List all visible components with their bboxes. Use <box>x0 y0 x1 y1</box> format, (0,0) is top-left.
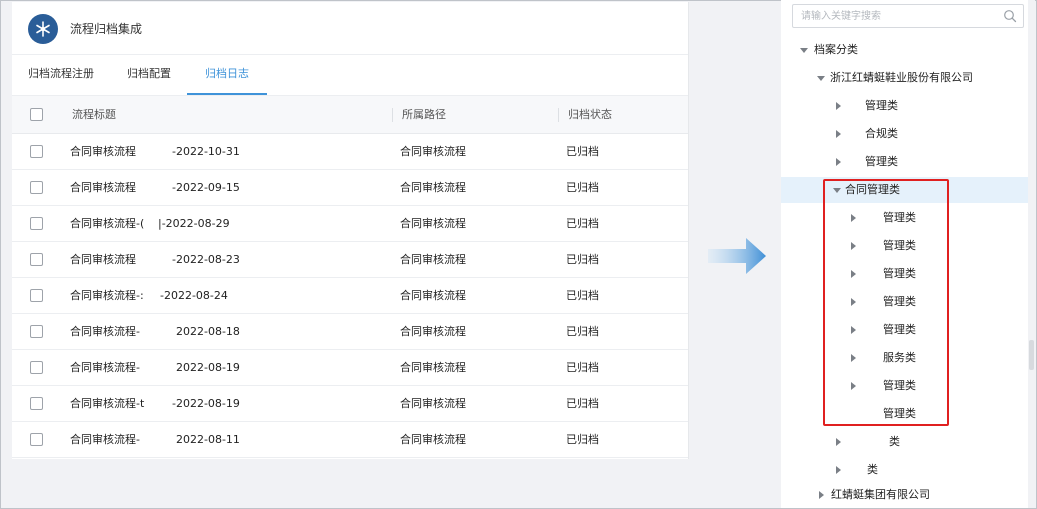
row-status: 已归档 <box>566 397 599 410</box>
app-header: 流程归档集成 <box>12 2 688 55</box>
scrollbar-handle[interactable] <box>1029 340 1034 370</box>
tree-node-label: 类 <box>867 463 878 476</box>
row-path: 合同审核流程 <box>400 397 466 410</box>
column-divider <box>392 108 393 122</box>
row-checkbox[interactable] <box>30 325 43 338</box>
row-date: 2022-08-19 <box>176 361 240 374</box>
row-date: 2022-08-18 <box>176 325 240 338</box>
row-checkbox[interactable] <box>30 433 43 446</box>
caret-right-icon[interactable] <box>836 466 841 474</box>
row-path: 合同审核流程 <box>400 289 466 302</box>
table-row[interactable]: 合同审核流程 -2022-08-23 合同审核流程 已归档 <box>12 242 688 278</box>
row-date: -2022-08-23 <box>172 253 240 266</box>
tab-archive-config[interactable]: 归档配置 <box>127 55 171 93</box>
row-title: 合同审核流程-: <box>70 289 144 302</box>
row-checkbox[interactable] <box>30 145 43 158</box>
row-status: 已归档 <box>566 253 599 266</box>
tab-bar: 归档流程注册 归档配置 归档日志 <box>12 55 688 96</box>
row-checkbox[interactable] <box>30 217 43 230</box>
row-checkbox[interactable] <box>30 397 43 410</box>
row-title: 合同审核流程 <box>70 253 136 266</box>
row-path: 合同审核流程 <box>400 253 466 266</box>
table-row[interactable]: 合同审核流程-: -2022-08-24 合同审核流程 已归档 <box>12 278 688 314</box>
column-header-path: 所属路径 <box>402 108 446 121</box>
row-path: 合同审核流程 <box>400 361 466 374</box>
row-title: 合同审核流程- <box>70 361 140 374</box>
caret-down-icon[interactable] <box>800 48 808 53</box>
row-status: 已归档 <box>566 289 599 302</box>
row-status: 已归档 <box>566 181 599 194</box>
caret-right-icon[interactable] <box>836 158 841 166</box>
tree-node-label: 红蜻蜓集团有限公司 <box>831 488 930 501</box>
tree-search-box <box>792 4 1024 28</box>
arrow-right-icon <box>708 238 766 274</box>
row-date: -2022-09-15 <box>172 181 240 194</box>
row-date: |-2022-08-29 <box>158 217 230 230</box>
row-title: 合同审核流程 <box>70 145 136 158</box>
row-title: 合同审核流程- <box>70 325 140 338</box>
row-title: 合同审核流程-( <box>70 217 145 230</box>
row-status: 已归档 <box>566 433 599 446</box>
row-checkbox[interactable] <box>30 181 43 194</box>
row-date: -2022-08-19 <box>172 397 240 410</box>
caret-right-icon[interactable] <box>836 102 841 110</box>
row-checkbox[interactable] <box>30 253 43 266</box>
row-path: 合同审核流程 <box>400 181 466 194</box>
table-row[interactable]: 合同审核流程 -2022-09-15 合同审核流程 已归档 <box>12 170 688 206</box>
archive-log-table: 流程标题 所属路径 归档状态 合同审核流程 -2022-10-31 合同审核流程… <box>12 96 688 458</box>
highlight-annotation-box <box>823 179 949 426</box>
table-row[interactable]: 合同审核流程- 2022-08-18 合同审核流程 已归档 <box>12 314 688 350</box>
tree-node-label: 管理类 <box>865 155 898 168</box>
row-path: 合同审核流程 <box>400 433 466 446</box>
table-row[interactable]: 合同审核流程-( |-2022-08-29 合同审核流程 已归档 <box>12 206 688 242</box>
tree-search-input[interactable] <box>799 7 1003 25</box>
row-checkbox[interactable] <box>30 361 43 374</box>
tree-node-label: 合规类 <box>865 127 898 140</box>
row-checkbox[interactable] <box>30 289 43 302</box>
table-row[interactable]: 合同审核流程-t -2022-08-19 合同审核流程 已归档 <box>12 386 688 422</box>
tab-archive-log[interactable]: 归档日志 <box>187 55 267 95</box>
search-icon[interactable] <box>1003 9 1017 23</box>
table-row[interactable]: 合同审核流程- 2022-08-11 合同审核流程 已归档 <box>12 422 688 458</box>
row-date: -2022-10-31 <box>172 145 240 158</box>
row-title: 合同审核流程-t <box>70 397 145 410</box>
tree-scrollbar[interactable] <box>1028 0 1035 508</box>
row-status: 已归档 <box>566 145 599 158</box>
row-status: 已归档 <box>566 217 599 230</box>
app-title: 流程归档集成 <box>70 22 143 36</box>
row-path: 合同审核流程 <box>400 145 466 158</box>
caret-down-icon[interactable] <box>817 76 825 81</box>
row-title: 合同审核流程 <box>70 181 136 194</box>
column-header-title: 流程标题 <box>72 108 116 121</box>
table-row[interactable]: 合同审核流程- 2022-08-19 合同审核流程 已归档 <box>12 350 688 386</box>
select-all-checkbox[interactable] <box>30 108 43 121</box>
table-row[interactable]: 合同审核流程 -2022-10-31 合同审核流程 已归档 <box>12 134 688 170</box>
row-status: 已归档 <box>566 325 599 338</box>
snowflake-icon <box>28 14 58 44</box>
row-status: 已归档 <box>566 361 599 374</box>
caret-right-icon[interactable] <box>819 491 824 499</box>
tree-node-label: 档案分类 <box>814 43 858 56</box>
table-header: 流程标题 所属路径 归档状态 <box>12 96 688 134</box>
row-path: 合同审核流程 <box>400 217 466 230</box>
caret-right-icon[interactable] <box>836 438 841 446</box>
row-title: 合同审核流程- <box>70 433 140 446</box>
caret-right-icon[interactable] <box>836 130 841 138</box>
tree-node-label: 浙江红蜻蜓鞋业股份有限公司 <box>830 71 973 84</box>
row-date: -2022-08-24 <box>160 289 228 302</box>
tree-node-label: 类 <box>889 435 900 448</box>
tree-node-label: 管理类 <box>865 99 898 112</box>
column-divider <box>558 108 559 122</box>
archive-log-panel: 流程归档集成 归档流程注册 归档配置 归档日志 流程标题 所属路径 归档状态 合… <box>12 2 689 459</box>
column-header-status: 归档状态 <box>568 108 612 121</box>
tab-process-registration[interactable]: 归档流程注册 <box>28 55 94 93</box>
row-path: 合同审核流程 <box>400 325 466 338</box>
row-date: 2022-08-11 <box>176 433 240 446</box>
